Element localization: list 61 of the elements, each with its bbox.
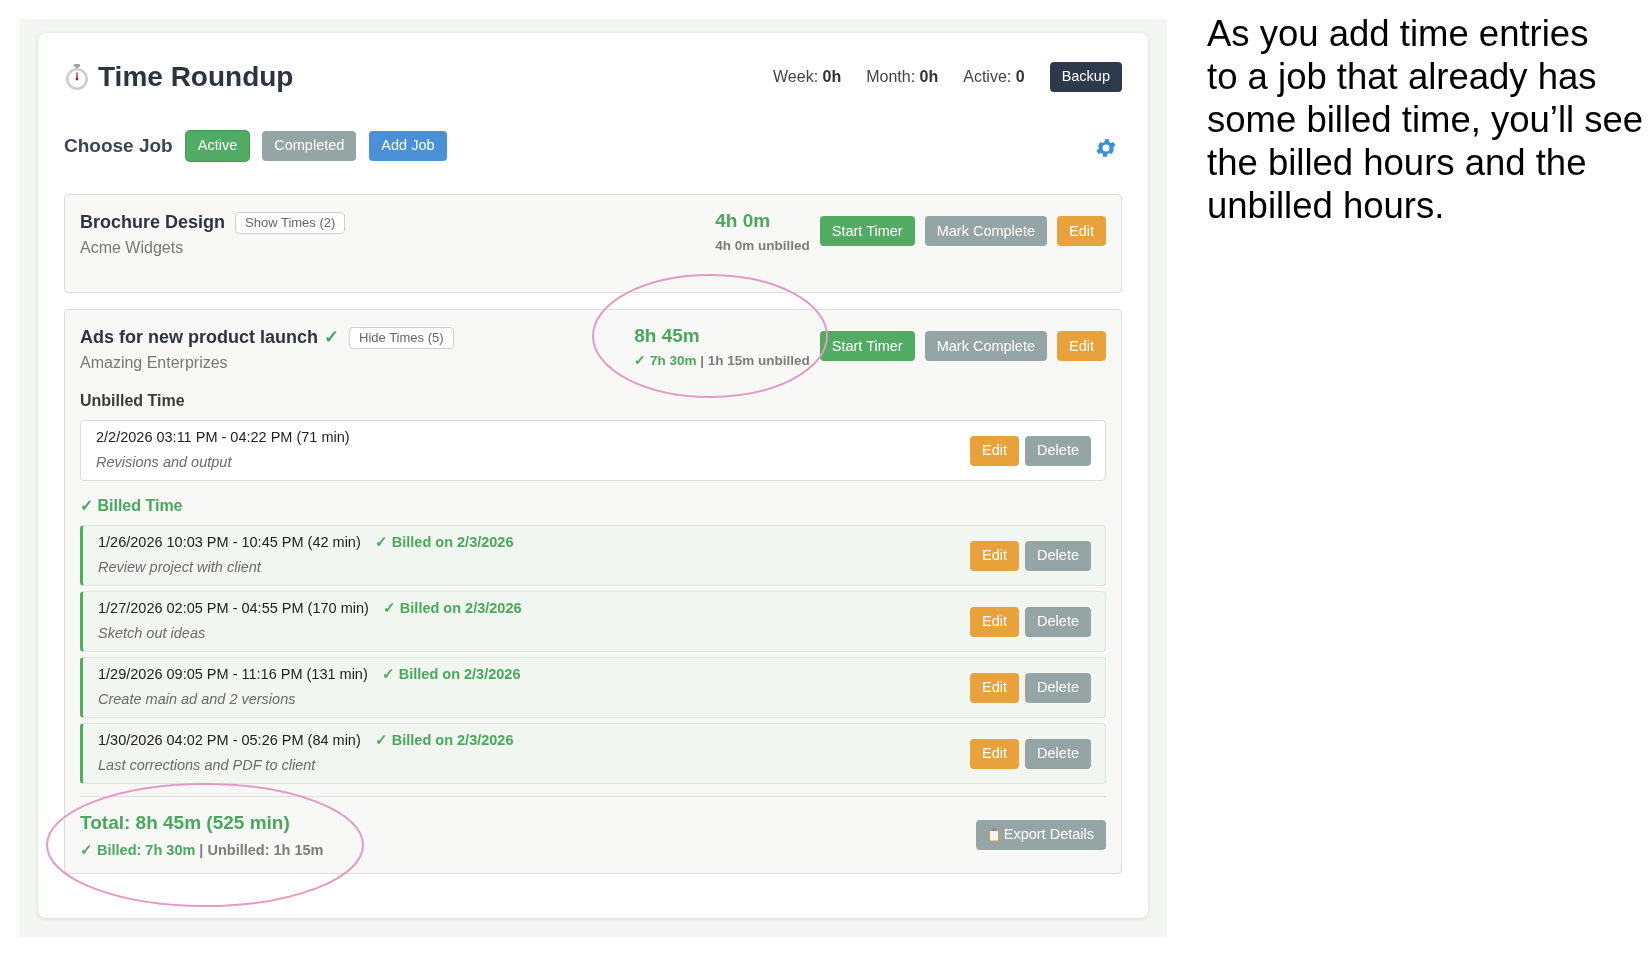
toggle-times-button[interactable]: Hide Times (5) (349, 326, 454, 349)
billed-total: ✓ Billed: 7h 30m (80, 840, 196, 860)
backup-button[interactable]: Backup (1049, 62, 1122, 92)
export-details-button[interactable]: Export Details (975, 820, 1106, 851)
entry-note: Sketch out ideas (98, 624, 207, 643)
choose-job-label: Choose Job (64, 133, 173, 158)
delete-button[interactable]: Delete (1025, 540, 1091, 571)
delete-button[interactable]: Delete (1025, 435, 1091, 466)
filter-tab[interactable]: Completed (262, 131, 357, 161)
billed-date: ✓ Billed on 2/3/2026 (374, 731, 514, 751)
stat-label: Month: 0h (866, 67, 939, 87)
client-name: Acme Widgets (80, 238, 185, 258)
entry-time: 1/30/2026 04:02 PM - 05:26 PM (84 min) (98, 731, 361, 751)
settings-icon[interactable] (1094, 136, 1118, 160)
mark-complete-button[interactable]: Mark Complete (924, 331, 1047, 362)
unbilled-total: | Unbilled: 1h 15m (198, 840, 324, 860)
billed-date: ✓ Billed on 2/3/2026 (382, 599, 522, 619)
section-heading: ✓ Billed Time (80, 496, 184, 516)
start-timer-button[interactable]: Start Timer (819, 216, 915, 247)
job-name: Ads for new product launch (80, 326, 318, 349)
entry-note: Create main ad and 2 versions (98, 690, 297, 709)
edit-button[interactable]: Edit (970, 435, 1020, 466)
add-job-button[interactable]: Add Job (369, 131, 447, 161)
delete-button[interactable]: Delete (1025, 672, 1091, 703)
edit-button[interactable]: Edit (970, 606, 1020, 637)
mark-complete-button[interactable]: Mark Complete (924, 216, 1047, 247)
filter-tab[interactable]: Active (185, 131, 250, 161)
entry-time: 1/27/2026 02:05 PM - 04:55 PM (170 min) (98, 599, 369, 619)
stat-label: Active: 0 (963, 67, 1025, 87)
billed-check: ✓ (324, 326, 339, 349)
entry-note: Last corrections and PDF to client (98, 756, 317, 775)
edit-button[interactable]: Edit (1057, 331, 1106, 362)
job-total: 4h 0m (715, 209, 771, 233)
start-timer-button[interactable]: Start Timer (819, 331, 915, 362)
billed-summary: ✓ 7h 30m (634, 351, 697, 370)
unbilled-summary: | 1h 15m unbilled (699, 351, 810, 370)
edit-button[interactable]: Edit (970, 738, 1020, 769)
delete-button[interactable]: Delete (1025, 606, 1091, 637)
stopwatch-icon (64, 63, 90, 91)
client-name: Amazing Enterprizes (80, 353, 229, 373)
job-total: 8h 45m (634, 324, 700, 348)
unbilled-summary: 4h 0m unbilled (715, 236, 810, 255)
edit-button[interactable]: Edit (970, 540, 1020, 571)
entry-note: Review project with client (98, 558, 263, 577)
edit-button[interactable]: Edit (1057, 216, 1106, 247)
app-title: Time Roundup (98, 60, 294, 94)
billed-date: ✓ Billed on 2/3/2026 (374, 533, 514, 553)
toggle-times-button[interactable]: Show Times (2) (235, 211, 346, 234)
stat-label: Week: 0h (773, 67, 842, 87)
section-heading: Unbilled Time (80, 391, 186, 411)
clipboard-icon (987, 828, 1000, 843)
entry-time: 1/26/2026 10:03 PM - 10:45 PM (42 min) (98, 533, 361, 553)
entry-note: Revisions and output (96, 453, 233, 472)
edit-button[interactable]: Edit (970, 672, 1020, 703)
total-time: Total: 8h 45m (525 min) (80, 811, 291, 835)
entry-time: 1/29/2026 09:05 PM - 11:16 PM (131 min) (98, 665, 368, 685)
caption-text: As you add time entries to a job that already has some billed time, you’ll see the billed hours and the unbilled hours. (1207, 12, 1645, 228)
job-name: Brochure Design (80, 211, 226, 234)
delete-button[interactable]: Delete (1025, 738, 1091, 769)
billed-date: ✓ Billed on 2/3/2026 (381, 665, 521, 685)
entry-time: 2/2/2026 03:11 PM - 04:22 PM (71 min) (96, 428, 350, 448)
